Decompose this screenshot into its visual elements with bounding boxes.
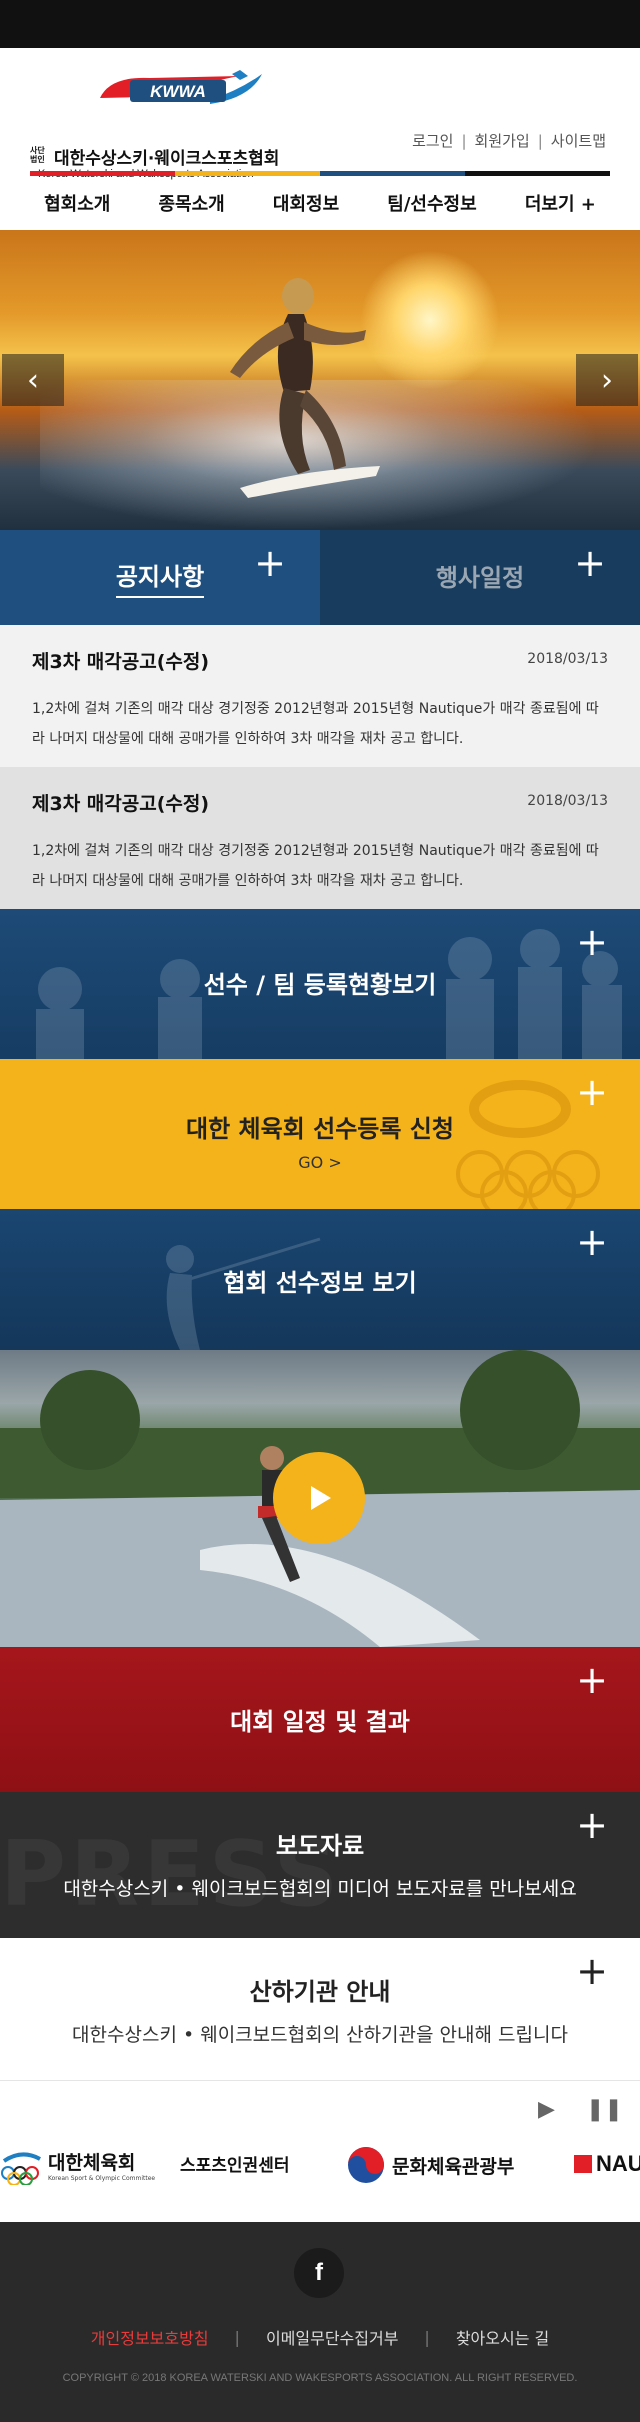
slider-prev-button[interactable]: ‹ bbox=[2, 354, 64, 406]
nav-item-sports[interactable]: 종목소개 bbox=[158, 190, 224, 216]
notice-title[interactable]: 제3차 매각공고(수정) bbox=[32, 647, 608, 674]
nav-item-competitions[interactable]: 대회정보 bbox=[273, 190, 339, 216]
tab-notices[interactable]: 공지사항 + bbox=[0, 530, 320, 625]
play-icon[interactable]: ▶ bbox=[538, 2097, 555, 2122]
top-bar bbox=[0, 0, 640, 48]
logo-name-ko: 대한수상스키·웨이크스포츠협회 bbox=[54, 149, 280, 169]
partner-logo-nautique[interactable]: NAU bbox=[574, 2151, 640, 2177]
banner-title: 대한 체육회 선수등록 신청 bbox=[186, 1115, 454, 1143]
hero-slider: ‹ › bbox=[0, 230, 640, 530]
banner-title: 대회 일정 및 결과 bbox=[230, 1708, 410, 1736]
affiliates-banner[interactable]: + 산하기관 안내 대한수상스키 • 웨이크보드협회의 산하기관을 안내해 드립… bbox=[0, 1938, 640, 2080]
divider: | bbox=[537, 131, 543, 150]
banner-title: 협회 선수정보 보기 bbox=[223, 1269, 417, 1297]
more-plus-icon[interactable]: + bbox=[576, 1073, 608, 1111]
tab-events[interactable]: 행사일정 + bbox=[320, 530, 640, 625]
banner-title: 산하기관 안내 bbox=[249, 1978, 391, 2006]
banner-title: 보도자료 bbox=[275, 1832, 365, 1860]
divider: | bbox=[461, 131, 467, 150]
more-plus-icon[interactable]: + bbox=[576, 1223, 608, 1261]
banner-title: 선수 / 팀 등록현황보기 bbox=[203, 971, 437, 999]
play-icon bbox=[311, 1486, 331, 1510]
ksoc-registration-banner[interactable]: + 대한 체육회 선수등록 신청 GO > bbox=[0, 1059, 640, 1209]
press-release-banner[interactable]: PRESS + 보도자료 대한수상스키 • 웨이크보드협회의 미디어 보도자료를… bbox=[0, 1792, 640, 1938]
slider-next-button[interactable]: › bbox=[576, 354, 638, 406]
notice-date: 2018/03/13 bbox=[527, 651, 608, 667]
registration-status-banner[interactable]: + 선수 / 팀 등록현황보기 bbox=[0, 909, 640, 1059]
chevron-right-icon: › bbox=[601, 362, 613, 398]
partner-name: NAU bbox=[596, 2151, 640, 2176]
site-logo[interactable]: KWWA 사단법인 대한수상스키·웨이크스포츠협회 Korea Waterski… bbox=[30, 70, 330, 180]
notice-excerpt: 1,2차에 걸쳐 기존의 매각 대상 경기정중 2012년형과 2015년형 N… bbox=[32, 701, 599, 747]
banner-subtitle: 대한수상스키 • 웨이크보드협회의 미디어 보도자료를 만나보세요 bbox=[63, 1878, 577, 1900]
more-plus-icon[interactable]: + bbox=[576, 1661, 608, 1699]
utility-nav: 로그인 | 회원가입 | 사이트맵 bbox=[412, 130, 606, 151]
email-policy-link[interactable]: 이메일무단수집거부 bbox=[266, 2325, 398, 2349]
login-link[interactable]: 로그인 bbox=[412, 130, 453, 151]
notice-item[interactable]: 제3차 매각공고(수정) 2018/03/13 1,2차에 걸쳐 기존의 매각 … bbox=[0, 767, 640, 909]
partner-name: 스포츠인권센터 bbox=[180, 2156, 290, 2176]
tab-label: 행사일정 bbox=[435, 564, 525, 592]
nautique-mark-icon bbox=[574, 2155, 592, 2173]
play-button[interactable] bbox=[273, 1452, 365, 1544]
svg-text:KWWA: KWWA bbox=[150, 82, 206, 101]
pause-icon[interactable]: ❚❚ bbox=[586, 2097, 623, 2122]
signup-link[interactable]: 회원가입 bbox=[475, 130, 530, 151]
more-plus-icon[interactable]: + bbox=[576, 923, 608, 961]
divider: | bbox=[424, 2327, 430, 2347]
partner-logos-carousel: ▶ ❚❚ 대한체육회 Korean Sport & Olympic Commit… bbox=[0, 2080, 640, 2222]
facebook-icon[interactable]: f bbox=[294, 2248, 344, 2298]
more-plus-icon[interactable]: + bbox=[254, 544, 286, 582]
logo-tag: 사단법인 bbox=[30, 146, 45, 164]
chevron-left-icon: ‹ bbox=[27, 362, 39, 398]
taegeuk-icon bbox=[348, 2147, 384, 2183]
notice-excerpt: 1,2차에 걸쳐 기존의 매각 대상 경기정중 2012년형과 2015년형 N… bbox=[32, 843, 599, 889]
more-plus-icon[interactable]: + bbox=[574, 544, 606, 582]
olympic-rings-icon bbox=[1, 2152, 41, 2185]
privacy-policy-link[interactable]: 개인정보보호방침 bbox=[91, 2325, 209, 2349]
partner-logo-ksoc[interactable]: 대한체육회 Korean Sport & Olympic Committee bbox=[0, 2145, 155, 2185]
site-header: KWWA 사단법인 대한수상스키·웨이크스포츠협회 Korea Waterski… bbox=[0, 48, 640, 180]
competition-results-banner[interactable]: + 대회 일정 및 결과 bbox=[0, 1647, 640, 1792]
notice-title[interactable]: 제3차 매각공고(수정) bbox=[32, 789, 608, 816]
tab-label: 공지사항 bbox=[115, 557, 205, 598]
board-tabs: 공지사항 + 행사일정 + bbox=[0, 530, 640, 625]
athlete-info-banner[interactable]: + 협회 선수정보 보기 bbox=[0, 1209, 640, 1350]
copyright: COPYRIGHT © 2018 KOREA WATERSKI AND WAKE… bbox=[62, 2372, 578, 2384]
video-player[interactable] bbox=[0, 1350, 640, 1647]
nav-item-about[interactable]: 협회소개 bbox=[44, 190, 110, 216]
nav-item-more[interactable]: 더보기 + bbox=[525, 190, 596, 216]
partner-name: 문화체육관광부 bbox=[392, 2155, 515, 2178]
notice-item[interactable]: 제3차 매각공고(수정) 2018/03/13 1,2차에 걸쳐 기존의 매각 … bbox=[0, 625, 640, 767]
banner-subtitle: 대한수상스키 • 웨이크보드협회의 산하기관을 안내해 드립니다 bbox=[72, 2024, 568, 2046]
kwwa-logo-icon: KWWA bbox=[100, 70, 262, 104]
main-nav: 협회소개 종목소개 대회정보 팀/선수정보 더보기 + bbox=[0, 176, 640, 230]
go-link[interactable]: GO > bbox=[0, 1153, 640, 1172]
notice-date: 2018/03/13 bbox=[527, 793, 608, 809]
footer-links: 개인정보보호방침 | 이메일무단수집거부 | 찾아오시는 길 bbox=[0, 2325, 640, 2349]
nav-item-teams[interactable]: 팀/선수정보 bbox=[387, 190, 476, 216]
partner-logo-sports-rights[interactable]: 스포츠인권센터 bbox=[180, 2151, 289, 2176]
directions-link[interactable]: 찾아오시는 길 bbox=[456, 2325, 549, 2349]
partner-logo-mcst[interactable]: 문화체육관광부 bbox=[346, 2145, 514, 2185]
divider: | bbox=[234, 2327, 240, 2347]
partner-name: 대한체육회 bbox=[48, 2152, 136, 2174]
sitemap-link[interactable]: 사이트맵 bbox=[551, 130, 606, 151]
site-footer: f 개인정보보호방침 | 이메일무단수집거부 | 찾아오시는 길 COPYRIG… bbox=[0, 2222, 640, 2422]
surfer-image bbox=[230, 278, 380, 498]
partner-subname: Korean Sport & Olympic Committee bbox=[48, 2175, 156, 2182]
